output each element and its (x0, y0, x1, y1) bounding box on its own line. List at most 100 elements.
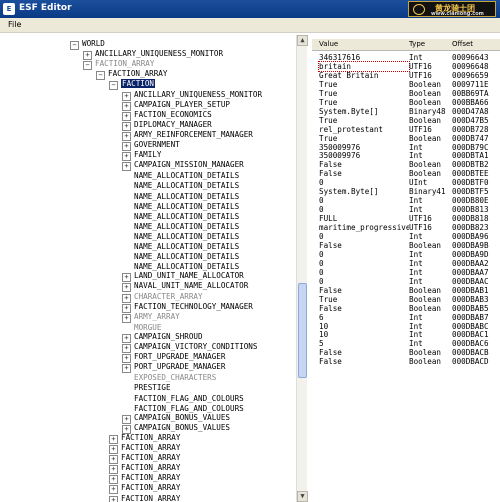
collapse-icon[interactable]: − (83, 61, 92, 71)
tree-node[interactable]: + FACTION_ARRAY (109, 453, 180, 465)
tree-node[interactable]: + CAMPAIGN_SHROUD (122, 332, 203, 343)
tree-node[interactable]: + CAMPAIGN_VICTORY_CONDITIONS (122, 342, 257, 353)
value-cell[interactable]: True (319, 80, 409, 89)
value-cell[interactable]: Great Britain (319, 71, 409, 80)
scroll-thumb[interactable] (298, 283, 307, 378)
tree-node[interactable]: + CHARACTER_ARRAY (122, 292, 203, 303)
grid-row[interactable]: True Boolean 00BB69TA (312, 89, 500, 98)
grid-row[interactable]: Great Britain UTF16 00096659 (312, 71, 500, 80)
grid-row[interactable]: False Boolean 000DBAB5 (312, 304, 500, 313)
menu-file[interactable]: File (8, 20, 21, 29)
tree-node[interactable]: + ARMY_ARRAY (122, 312, 180, 323)
value-cell[interactable]: False (319, 348, 409, 357)
value-cell[interactable]: 0 (319, 232, 409, 241)
tree-node[interactable]: + FACTION_ARRAY (109, 494, 180, 502)
tree-node[interactable]: NAME_ALLOCATION_DETAILS (122, 180, 239, 190)
tree-node[interactable]: + CAMPAIGN_BONUS_VALUES (122, 413, 230, 424)
value-cell[interactable]: False (319, 169, 409, 178)
grid-row[interactable]: False Boolean 000DBTEE (312, 169, 500, 178)
grid-row[interactable]: 0 Int 000DBA96 (312, 232, 500, 241)
value-cell[interactable]: True (319, 89, 409, 98)
value-cell[interactable]: 0 (319, 178, 409, 187)
grid-row[interactable]: False Boolean 000DBTB2 (312, 160, 500, 169)
value-cell[interactable]: 346317616 (319, 53, 409, 62)
tree-node[interactable]: + FACTION_ARRAY (109, 463, 180, 475)
value-cell[interactable]: 0 (319, 259, 409, 268)
tree-node[interactable]: + FACTION_ECONOMICS (122, 110, 212, 121)
tree-node[interactable]: NAME_ALLOCATION_DETAILS (122, 201, 239, 211)
grid-row[interactable]: 350009976 Int 000DB79C (312, 143, 500, 152)
grid-row[interactable]: 6 Int 000DBAB7 (312, 313, 500, 322)
grid-row[interactable]: 0 Int 000DB80E (312, 196, 500, 205)
value-cell[interactable]: False (319, 241, 409, 250)
value-cell[interactable]: True (319, 116, 409, 125)
value-cell[interactable]: 350009976 (319, 151, 409, 160)
properties-grid[interactable]: Value Type Offset 346317616 Int 00096643 br… (312, 35, 500, 502)
grid-row[interactable]: False Boolean 000DBAB1 (312, 286, 500, 295)
grid-row[interactable]: 0 Int 000DBA9D (312, 250, 500, 259)
value-cell[interactable]: 0 (319, 205, 409, 214)
grid-row[interactable]: System.Byte[] Binary48 000D47A8 (312, 107, 500, 116)
value-cell[interactable]: True (319, 295, 409, 304)
column-header-type[interactable]: Type (409, 40, 425, 48)
tree-node[interactable]: − WORLD (70, 39, 105, 50)
tree-node[interactable]: + CAMPAIGN_PLAYER_SETUP (122, 100, 230, 111)
grid-row[interactable]: False Boolean 000DBACB (312, 348, 500, 357)
tree-node[interactable]: NAME_ALLOCATION_DETAILS (122, 261, 239, 271)
tree-node[interactable]: + ARMY_REINFORCEMENT_MANAGER (122, 130, 253, 141)
value-cell[interactable]: False (319, 357, 409, 366)
tree-node[interactable]: + FAMILY (122, 150, 161, 162)
grid-row[interactable]: maritime_progressive UTF16 000DB823 (312, 223, 500, 232)
value-cell[interactable]: False (319, 286, 409, 295)
grid-row[interactable]: 0 Int 000DBAAC (312, 277, 500, 286)
tree-node[interactable]: + ANCILLARY_UNIQUENESS_MONITOR (122, 90, 262, 101)
value-cell[interactable]: 10 (319, 322, 409, 331)
tree-node[interactable]: + FACTION_TECHNOLOGY_MANAGER (122, 302, 253, 313)
grid-row[interactable]: 10 Int 000DBABC (312, 322, 500, 331)
value-cell[interactable]: 6 (319, 313, 409, 322)
grid-row[interactable]: True Boolean 000DBAB3 (312, 295, 500, 304)
value-cell[interactable]: 0 (319, 277, 409, 286)
value-cell[interactable]: 0 (319, 196, 409, 205)
grid-row[interactable]: FULL UTF16 000DB818 (312, 214, 500, 223)
tree-node[interactable]: NAME_ALLOCATION_DETAILS (122, 211, 239, 221)
tree-node[interactable]: NAME_ALLOCATION_DETAILS (122, 231, 239, 241)
tree-node[interactable]: − FACTION (109, 79, 156, 91)
collapse-icon[interactable]: − (70, 41, 79, 50)
collapse-icon[interactable]: − (109, 81, 118, 91)
value-cell[interactable]: maritime_progressive (319, 223, 409, 232)
tree-node[interactable]: + FACTION_ARRAY (109, 483, 180, 495)
tree-node[interactable]: FACTION_FLAG_AND_COLOURS (122, 403, 244, 413)
grid-row[interactable]: False Boolean 000DBACD (312, 357, 500, 366)
tree-view[interactable]: − WORLD + ANCILLARY_UNIQUENESS_MONITOR − FACT… (0, 35, 307, 502)
grid-row[interactable]: 0 Int 000DBAA7 (312, 268, 500, 277)
tree-node[interactable]: NAME_ALLOCATION_DETAILS (122, 241, 239, 251)
tree-node[interactable]: + NAVAL_UNIT_NAME_ALLOCATOR (122, 281, 248, 293)
value-cell[interactable]: 10 (319, 330, 409, 339)
value-cell[interactable]: 0 (319, 268, 409, 277)
scroll-down-button[interactable]: ▼ (297, 491, 308, 502)
column-header-offset[interactable]: Offset (452, 40, 473, 48)
collapse-icon[interactable]: − (96, 71, 105, 81)
grid-row[interactable]: britain UTF16 00096648 (312, 60, 500, 72)
grid-row[interactable]: 350009976 Int 000DBTA1 (312, 151, 500, 160)
tree-node[interactable]: + FORT_UPGRADE_MANAGER (122, 352, 225, 364)
grid-row[interactable]: True Boolean 000DB747 (312, 134, 500, 143)
tree-node[interactable]: + FACTION_ARRAY (109, 443, 180, 454)
column-header-value[interactable]: Value (319, 40, 338, 48)
grid-row[interactable]: 346317616 Int 00096643 (312, 53, 500, 62)
expand-icon[interactable]: + (109, 495, 118, 502)
tree-node[interactable]: NAME_ALLOCATION_DETAILS (122, 170, 239, 180)
value-cell[interactable]: 350009976 (319, 143, 409, 152)
grid-row[interactable]: True Boolean 0009711E (312, 80, 500, 89)
value-cell[interactable]: System.Byte[] (319, 187, 409, 196)
tree-node[interactable]: PRESTIGE (122, 382, 171, 392)
grid-row[interactable]: 0 Int 000DBAA2 (312, 259, 500, 268)
value-cell[interactable]: False (319, 160, 409, 169)
grid-row[interactable]: 10 Int 000DBAC1 (312, 330, 500, 339)
tree-node[interactable]: − FACTION_ARRAY (83, 59, 154, 71)
value-cell[interactable]: True (319, 98, 409, 107)
value-cell[interactable]: 0 (319, 250, 409, 259)
tree-node[interactable]: + CAMPAIGN_MISSION_MANAGER (122, 160, 244, 172)
grid-row[interactable]: 0 UInt 000DBTF0 (312, 178, 500, 187)
